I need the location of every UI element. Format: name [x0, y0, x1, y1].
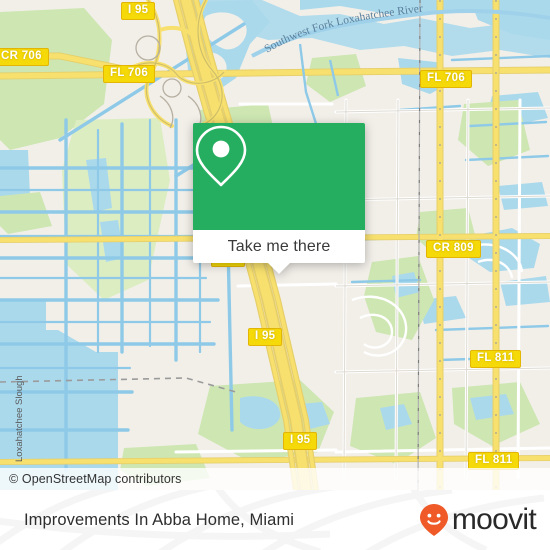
moovit-wordmark: moovit: [451, 503, 537, 536]
highway-shield: FL 811: [470, 350, 522, 368]
moovit-logo[interactable]: moovit: [419, 503, 537, 537]
attribution-text: © OpenStreetMap contributors: [9, 472, 182, 486]
map-canvas[interactable]: I 95 CR 706 FL 706 FL 706 I 95 CR 809 I …: [0, 0, 550, 490]
highway-shield: I 95: [248, 328, 283, 346]
popup-header: [193, 123, 365, 230]
highway-shield: FL 706: [103, 65, 156, 83]
highway-shield: I 95: [283, 432, 318, 450]
footer-bar: Improvements In Abba Home, Miami moovit: [0, 490, 550, 550]
take-me-there-label: Take me there: [227, 237, 331, 255]
moovit-pin-icon: [419, 504, 448, 536]
river-label: Southwest Fork Loxahatchee River: [263, 3, 424, 56]
location-popup-card[interactable]: Take me there: [193, 123, 365, 274]
highway-shield: FL 706: [420, 70, 473, 88]
map-attribution: © OpenStreetMap contributors: [0, 468, 550, 490]
svg-text:Southwest Fork Loxahatchee Riv: Southwest Fork Loxahatchee River: [263, 3, 424, 56]
page-title: Improvements In Abba Home, Miami: [24, 510, 295, 529]
popup-tail: [268, 263, 290, 274]
map-pin-icon: [195, 125, 247, 187]
slough-label: Loxahatchee Slough: [14, 375, 25, 462]
map-screenshot: I 95 CR 706 FL 706 FL 706 I 95 CR 809 I …: [0, 0, 550, 550]
popup-action[interactable]: Take me there: [193, 230, 365, 274]
highway-shield: CR 809: [426, 240, 481, 258]
